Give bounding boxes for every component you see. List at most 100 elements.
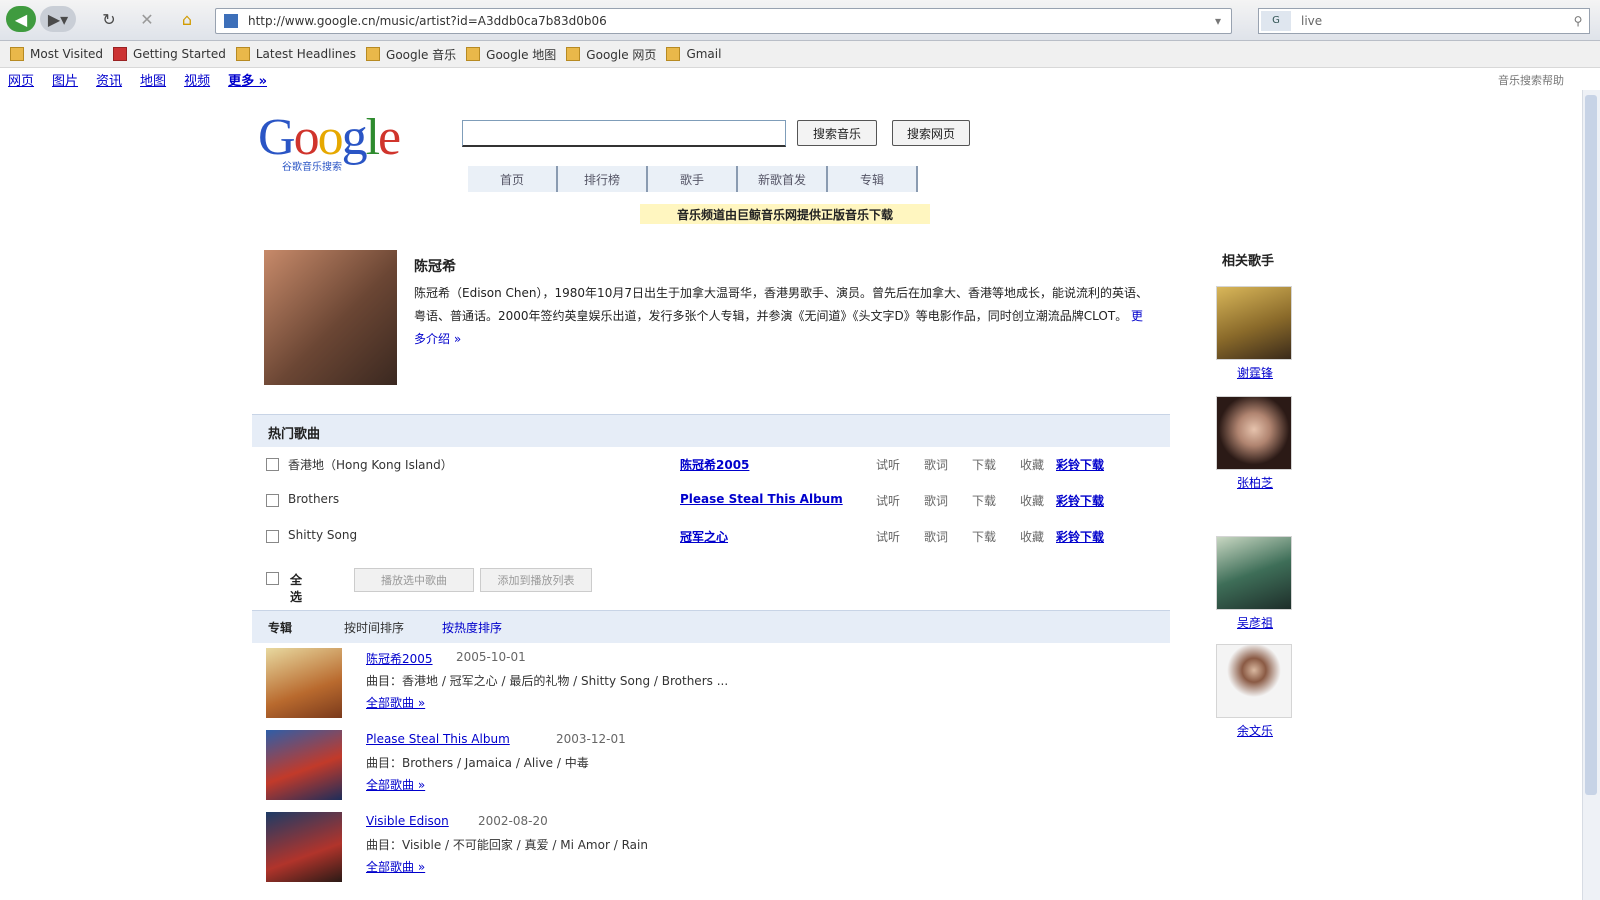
song-action-download[interactable]: 下载 [972, 492, 996, 509]
song-action-download[interactable]: 下载 [972, 456, 996, 473]
album-more-link[interactable]: 全部歌曲 » [366, 694, 425, 711]
song-album-link[interactable]: 冠军之心 [680, 528, 728, 545]
link-more[interactable]: 更多 » [228, 70, 267, 89]
google-logo[interactable]: Google [258, 112, 401, 164]
tab-charts[interactable]: 排行榜 [558, 166, 648, 192]
album-cover[interactable] [266, 730, 342, 800]
album-title[interactable]: 陈冠希2005 [366, 650, 433, 667]
songs-section-header: 热门歌曲 [252, 414, 1170, 447]
bookmark-item[interactable]: Most Visited [10, 47, 103, 61]
album-cover[interactable] [266, 812, 342, 882]
related-artist-name[interactable]: 谢霆锋 [1216, 364, 1294, 381]
sort-by-time-link[interactable]: 按时间排序 [344, 619, 404, 636]
song-action-listen[interactable]: 试听 [876, 528, 900, 545]
tab-albums[interactable]: 专辑 [828, 166, 918, 192]
related-artist[interactable]: 吴彦祖 [1216, 536, 1294, 631]
song-action-collect[interactable]: 收藏 [1020, 456, 1044, 473]
song-row: Brothers Please Steal This Album 试听 歌词 下… [264, 490, 1144, 514]
song-action-collect[interactable]: 收藏 [1020, 492, 1044, 509]
song-action-lyrics[interactable]: 歌词 [924, 492, 948, 509]
related-artists-title: 相关歌手 [1222, 254, 1275, 269]
browser-search-input[interactable]: live [1291, 14, 1567, 28]
forward-button[interactable]: ▶▾ [40, 6, 76, 32]
scrollbar-thumb[interactable] [1585, 95, 1597, 795]
related-artist-photo[interactable] [1216, 536, 1292, 610]
song-action-lyrics[interactable]: 歌词 [924, 456, 948, 473]
bookmark-item[interactable]: Google 音乐 [366, 46, 456, 63]
song-row: Shitty Song 冠军之心 试听 歌词 下载 收藏 彩铃下载 [264, 526, 1144, 550]
tab-new-songs[interactable]: 新歌首发 [738, 166, 828, 192]
related-artist-photo[interactable] [1216, 396, 1292, 470]
bio-text: 陈冠希（Edison Chen），1980年10月7日出生于加拿大温哥华，香港男… [414, 286, 1148, 323]
related-artist-name[interactable]: 吴彦祖 [1216, 614, 1294, 631]
add-to-playlist-button[interactable]: 添加到播放列表 [480, 568, 592, 592]
song-action-listen[interactable]: 试听 [876, 492, 900, 509]
search-engine-icon[interactable]: G [1261, 11, 1291, 31]
album-more-link[interactable]: 全部歌曲 » [366, 776, 425, 793]
song-action-collect[interactable]: 收藏 [1020, 528, 1044, 545]
song-ringtone-link[interactable]: 彩铃下载 [1056, 492, 1104, 509]
song-album-link[interactable]: Please Steal This Album [680, 492, 843, 506]
bookmark-icon [10, 47, 24, 61]
url-text[interactable]: http://www.google.cn/music/artist?id=A3d… [248, 14, 1205, 28]
dropdown-icon[interactable]: ▾ [1205, 14, 1231, 28]
link-news[interactable]: 资讯 [96, 70, 122, 89]
bookmark-icon [466, 47, 481, 61]
artist-name: 陈冠希 [414, 259, 456, 275]
link-maps[interactable]: 地图 [140, 70, 166, 89]
song-action-download[interactable]: 下载 [972, 528, 996, 545]
search-icon[interactable]: ⚲ [1567, 14, 1589, 28]
search-music-button[interactable]: 搜索音乐 [797, 120, 877, 146]
link-images[interactable]: 图片 [52, 70, 78, 89]
rss-icon [235, 47, 250, 61]
related-artist[interactable]: 余文乐 [1216, 644, 1294, 739]
song-row: 香港地（Hong Kong Island） 陈冠希2005 试听 歌词 下载 收… [264, 454, 1144, 478]
play-selected-button[interactable]: 播放选中歌曲 [354, 568, 474, 592]
song-ringtone-link[interactable]: 彩铃下载 [1056, 528, 1104, 545]
related-artist-photo[interactable] [1216, 644, 1292, 718]
related-artist-name[interactable]: 张柏芝 [1216, 474, 1294, 491]
select-all-checkbox[interactable] [266, 572, 279, 585]
song-name: 香港地（Hong Kong Island） [288, 458, 453, 472]
artist-photo [264, 250, 397, 385]
browser-search-box[interactable]: G live ⚲ [1258, 8, 1590, 34]
album-title[interactable]: Visible Edison [366, 814, 449, 828]
bookmark-item[interactable]: Getting Started [113, 47, 226, 61]
song-ringtone-link[interactable]: 彩铃下载 [1056, 456, 1104, 473]
related-artist-photo[interactable] [1216, 286, 1292, 360]
back-button[interactable]: ◀ [6, 6, 36, 32]
search-web-button[interactable]: 搜索网页 [892, 120, 970, 146]
link-video[interactable]: 视频 [184, 70, 210, 89]
link-web[interactable]: 网页 [8, 70, 34, 89]
song-checkbox[interactable] [266, 458, 279, 471]
song-checkbox[interactable] [266, 530, 279, 543]
home-icon[interactable]: ⌂ [173, 6, 201, 32]
help-link[interactable]: 音乐搜索帮助 [1498, 72, 1564, 88]
song-album-link[interactable]: 陈冠希2005 [680, 456, 749, 473]
bookmark-item[interactable]: Google 网页 [566, 46, 656, 63]
album-title[interactable]: Please Steal This Album [366, 732, 510, 746]
song-action-lyrics[interactable]: 歌词 [924, 528, 948, 545]
bookmark-item[interactable]: Gmail [666, 47, 721, 61]
bookmark-item[interactable]: Latest Headlines [235, 47, 356, 61]
stop-icon[interactable]: ✕ [135, 6, 159, 32]
album-tracks: 曲目：Brothers / Jamaica / Alive / 中毒 [366, 756, 589, 770]
song-action-listen[interactable]: 试听 [876, 456, 900, 473]
song-checkbox[interactable] [266, 494, 279, 507]
bookmark-icon [113, 47, 128, 61]
tab-artists[interactable]: 歌手 [648, 166, 738, 192]
sort-by-popularity-link[interactable]: 按热度排序 [442, 619, 502, 636]
related-artist-name[interactable]: 余文乐 [1216, 722, 1294, 739]
google-top-links: 网页 图片 资讯 地图 视频 更多 » [8, 70, 285, 89]
tab-home[interactable]: 首页 [468, 166, 558, 192]
bookmark-item[interactable]: Google 地图 [466, 46, 556, 63]
related-artist[interactable]: 谢霆锋 [1216, 286, 1294, 381]
album-more-link[interactable]: 全部歌曲 » [366, 858, 425, 875]
reload-icon[interactable]: ↻ [97, 6, 121, 32]
albums-section-header: 专辑 按时间排序 按热度排序 [252, 610, 1170, 643]
music-search-input[interactable] [462, 120, 786, 147]
url-bar[interactable]: http://www.google.cn/music/artist?id=A3d… [215, 8, 1232, 34]
album-cover[interactable] [266, 648, 342, 718]
related-artist[interactable]: 张柏芝 [1216, 396, 1294, 491]
albums-section-title: 专辑 [268, 621, 293, 635]
